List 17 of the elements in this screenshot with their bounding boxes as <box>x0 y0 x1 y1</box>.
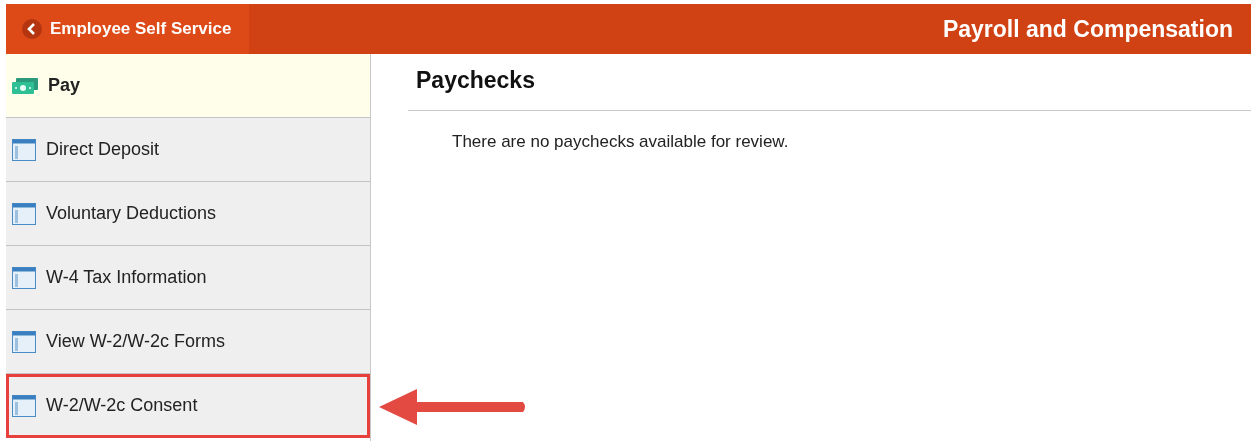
empty-message: There are no paychecks available for review. <box>451 131 790 152</box>
back-chevron-icon <box>22 19 42 39</box>
page-icon <box>12 266 36 289</box>
page-icon <box>12 202 36 225</box>
money-icon <box>12 77 38 94</box>
page-icon <box>12 138 36 161</box>
section-title: Paychecks <box>408 54 1251 111</box>
sidebar-item[interactable]: Direct Deposit <box>6 118 370 182</box>
page-icon <box>12 330 36 353</box>
page-title: Payroll and Compensation <box>942 15 1234 43</box>
back-button[interactable]: Employee Self Service <box>6 4 250 54</box>
sidebar-item[interactable]: W-4 Tax Information <box>6 246 370 310</box>
sidebar-item[interactable]: Voluntary Deductions <box>6 182 370 246</box>
sidebar-item[interactable]: W-2/W-2c Consent <box>6 374 370 438</box>
page-icon <box>12 394 36 417</box>
sidebar-item[interactable]: View W-2/W-2c Forms <box>6 310 370 374</box>
sidebar-item[interactable]: Pay <box>6 54 370 118</box>
